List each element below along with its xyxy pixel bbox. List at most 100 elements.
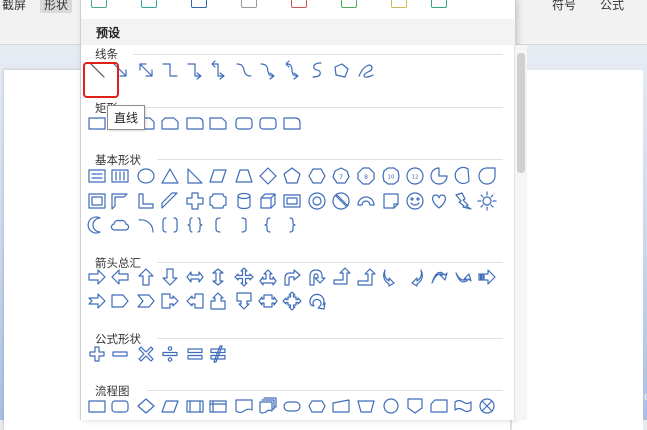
shape-scurve-icon[interactable] (307, 60, 327, 80)
shape-nosym-icon[interactable] (331, 191, 351, 211)
shape-category-icon[interactable] (341, 0, 357, 8)
shape-au-icon[interactable] (136, 267, 156, 287)
shape-fterm-icon[interactable] (282, 396, 302, 416)
shape-fdecision-icon[interactable] (136, 396, 156, 416)
shape-heart-icon[interactable] (429, 191, 449, 211)
shape-rtri-icon[interactable] (185, 166, 205, 186)
shape-alr-icon[interactable] (185, 267, 205, 287)
shape-category-icon[interactable] (431, 0, 447, 8)
shape-eqdiv-icon[interactable] (160, 344, 180, 364)
shape-ar-icon[interactable] (87, 267, 107, 287)
shape-fmanual-icon[interactable] (331, 396, 351, 416)
shape-curvR-icon[interactable] (381, 267, 401, 287)
shape-fprep-icon[interactable] (307, 396, 327, 416)
shape-folded-icon[interactable] (381, 191, 401, 211)
shape-fsum-icon[interactable] (477, 396, 497, 416)
shape-falt-icon[interactable] (110, 396, 130, 416)
shape-rrect-icon[interactable] (234, 113, 254, 133)
shape-fdata-icon[interactable] (160, 396, 180, 416)
shape-bentup-icon[interactable] (356, 267, 376, 287)
shape-quad-icon[interactable] (234, 267, 254, 287)
shape-category-icon[interactable] (91, 0, 107, 8)
shape-freeform-icon[interactable] (331, 60, 351, 80)
shape-donut-icon[interactable] (307, 191, 327, 211)
shape-eqplus-icon[interactable] (87, 344, 107, 364)
shape-striped-icon[interactable] (477, 267, 497, 287)
shape-dodeca-icon[interactable]: 12 (405, 166, 425, 186)
shape-fmanop-icon[interactable] (356, 396, 376, 416)
shape-curvU-icon[interactable] (429, 267, 449, 287)
shape-lrup-icon[interactable] (258, 267, 278, 287)
shape-curvD-icon[interactable] (453, 267, 473, 287)
shape-tear-icon[interactable] (477, 166, 497, 186)
shape-bent-icon[interactable] (282, 267, 302, 287)
shape-tri-icon[interactable] (160, 166, 180, 186)
shape-elbow-icon[interactable] (160, 60, 180, 80)
shape-eqneq-icon[interactable] (208, 344, 228, 364)
shape-round1-icon[interactable] (185, 113, 205, 133)
shape-dbracket-icon[interactable] (160, 215, 180, 235)
shape-smile-icon[interactable] (405, 191, 425, 211)
shape-pentArr-icon[interactable] (110, 291, 130, 311)
scrollbar-thumb[interactable] (517, 53, 525, 173)
shape-eqeq-icon[interactable] (185, 344, 205, 364)
shape-uturn-icon[interactable] (307, 267, 327, 287)
shape-sun-icon[interactable] (477, 191, 497, 211)
shape-category-icon[interactable] (241, 0, 257, 8)
shape-lbracket-icon[interactable] (208, 215, 228, 235)
shape-category-icon[interactable] (391, 0, 407, 8)
shape-round1-icon[interactable] (282, 113, 302, 133)
shape-al-icon[interactable] (110, 267, 130, 287)
shape-lshape-icon[interactable] (136, 191, 156, 211)
shape-deca-icon[interactable]: 10 (381, 166, 401, 186)
shape-curveD-icon[interactable] (282, 60, 302, 80)
shape-lcallout-icon[interactable] (185, 291, 205, 311)
shape-octa-icon[interactable]: 8 (356, 166, 376, 186)
shape-finternal-icon[interactable] (208, 396, 228, 416)
shape-fdoc-icon[interactable] (234, 396, 254, 416)
shape-diamond-icon[interactable] (258, 166, 278, 186)
shape-trap-icon[interactable] (234, 166, 254, 186)
shape-bevel-icon[interactable] (282, 191, 302, 211)
shape-cube-icon[interactable] (258, 191, 278, 211)
shape-category-icon[interactable] (291, 0, 307, 8)
shape-can-icon[interactable] (234, 191, 254, 211)
shape-bolt-icon[interactable] (453, 191, 473, 211)
shape-dcallout-icon[interactable] (234, 291, 254, 311)
shape-fprocess-icon[interactable] (87, 396, 107, 416)
shape-rrect-icon[interactable] (258, 113, 278, 133)
shape-fcard-icon[interactable] (429, 396, 449, 416)
shape-curveA-icon[interactable] (258, 60, 278, 80)
shape-lrcallout-icon[interactable] (258, 291, 278, 311)
shape-penta-icon[interactable] (282, 166, 302, 186)
shape-snip1-icon[interactable] (208, 113, 228, 133)
ribbon-shapes-button[interactable]: 形状 (40, 0, 73, 13)
shape-ad-icon[interactable] (160, 267, 180, 287)
shape-chord-icon[interactable] (453, 166, 473, 186)
shape-vtext-icon[interactable] (110, 166, 130, 186)
shape-blockarc-icon[interactable] (356, 191, 376, 211)
shape-cloud-icon[interactable] (110, 215, 130, 235)
shape-snip2-icon[interactable] (160, 113, 180, 133)
shape-hexa-icon[interactable] (307, 166, 327, 186)
shape-diagstripe-icon[interactable] (160, 191, 180, 211)
shape-eqmul-icon[interactable] (136, 344, 156, 364)
shape-plaque-icon[interactable] (208, 191, 228, 211)
shape-para-icon[interactable] (208, 166, 228, 186)
shape-fconn-icon[interactable] (381, 396, 401, 416)
shape-darrow-icon[interactable] (136, 60, 156, 80)
shape-moon-icon[interactable] (87, 215, 107, 235)
shape-circular-icon[interactable] (307, 291, 327, 311)
shape-notched-icon[interactable] (87, 291, 107, 311)
shape-ellipse-icon[interactable] (136, 166, 156, 186)
shape-lbrace-icon[interactable] (258, 215, 278, 235)
shape-fmulti-icon[interactable] (258, 396, 278, 416)
shape-aud-icon[interactable] (208, 267, 228, 287)
shape-curve-icon[interactable] (234, 60, 254, 80)
shape-chevron-icon[interactable] (136, 291, 156, 311)
shape-rbracket-icon[interactable] (234, 215, 254, 235)
shape-eqminus-icon[interactable] (110, 344, 130, 364)
panel-scrollbar[interactable] (514, 45, 527, 420)
shape-elbowA-icon[interactable] (185, 60, 205, 80)
shape-ucallout-icon[interactable] (208, 291, 228, 311)
